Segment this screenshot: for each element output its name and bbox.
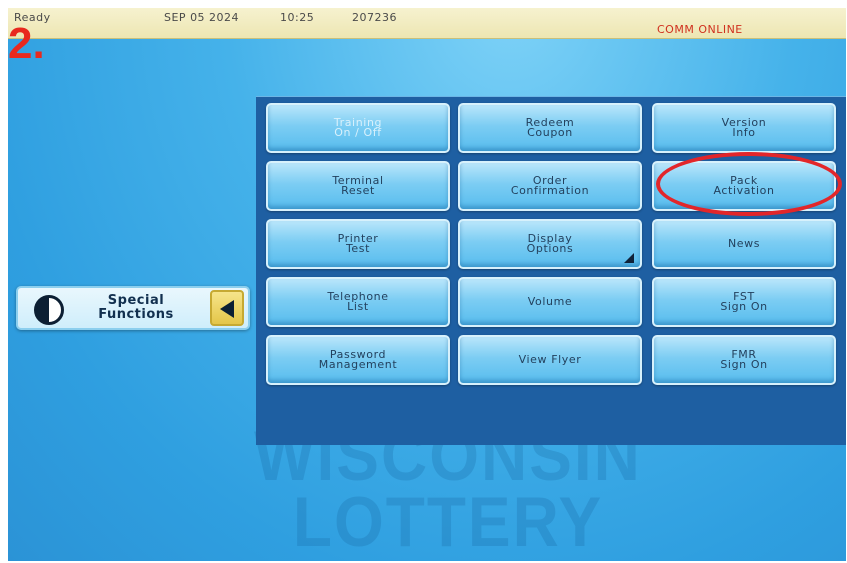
printer-test-button[interactable]: Printer Test [266, 219, 450, 269]
pack-activation-button[interactable]: Pack Activation [652, 161, 836, 211]
fst-sign-on-button[interactable]: FST Sign On [652, 277, 836, 327]
status-terminal-id: 207236 [352, 11, 397, 24]
training-on-off-button[interactable]: Training On / Off [266, 103, 450, 153]
terminal-reset-button[interactable]: Terminal Reset [266, 161, 450, 211]
terminal-screen: WISCONSIN LOTTERY Ready SEP 05 2024 10:2… [8, 8, 846, 561]
version-info-button[interactable]: Version Info [652, 103, 836, 153]
submenu-indicator-icon [624, 253, 634, 263]
status-bar: Ready SEP 05 2024 10:25 207236 COMM ONLI… [8, 8, 846, 39]
special-functions-panel: Special Functions [16, 286, 250, 330]
password-management-button[interactable]: Password Management [266, 335, 450, 385]
back-arrow-icon[interactable] [210, 290, 244, 326]
special-functions-label: Special Functions [98, 293, 174, 322]
step-number-label: 2. [8, 19, 45, 68]
fmr-sign-on-button[interactable]: FMR Sign On [652, 335, 836, 385]
comm-online-status: COMM ONLINE [657, 23, 743, 36]
view-flyer-button[interactable]: View Flyer [458, 335, 642, 385]
telephone-list-button[interactable]: Telephone List [266, 277, 450, 327]
half-circle-icon [34, 295, 64, 325]
order-confirmation-button[interactable]: Order Confirmation [458, 161, 642, 211]
status-date: SEP 05 2024 [164, 11, 240, 24]
special-functions-menu: Training On / Off Redeem Coupon Version … [256, 96, 846, 445]
status-time: 10:25 [280, 11, 315, 24]
display-options-button[interactable]: Display Options [458, 219, 642, 269]
volume-button[interactable]: Volume [458, 277, 642, 327]
news-button[interactable]: News [652, 219, 836, 269]
redeem-coupon-button[interactable]: Redeem Coupon [458, 103, 642, 153]
